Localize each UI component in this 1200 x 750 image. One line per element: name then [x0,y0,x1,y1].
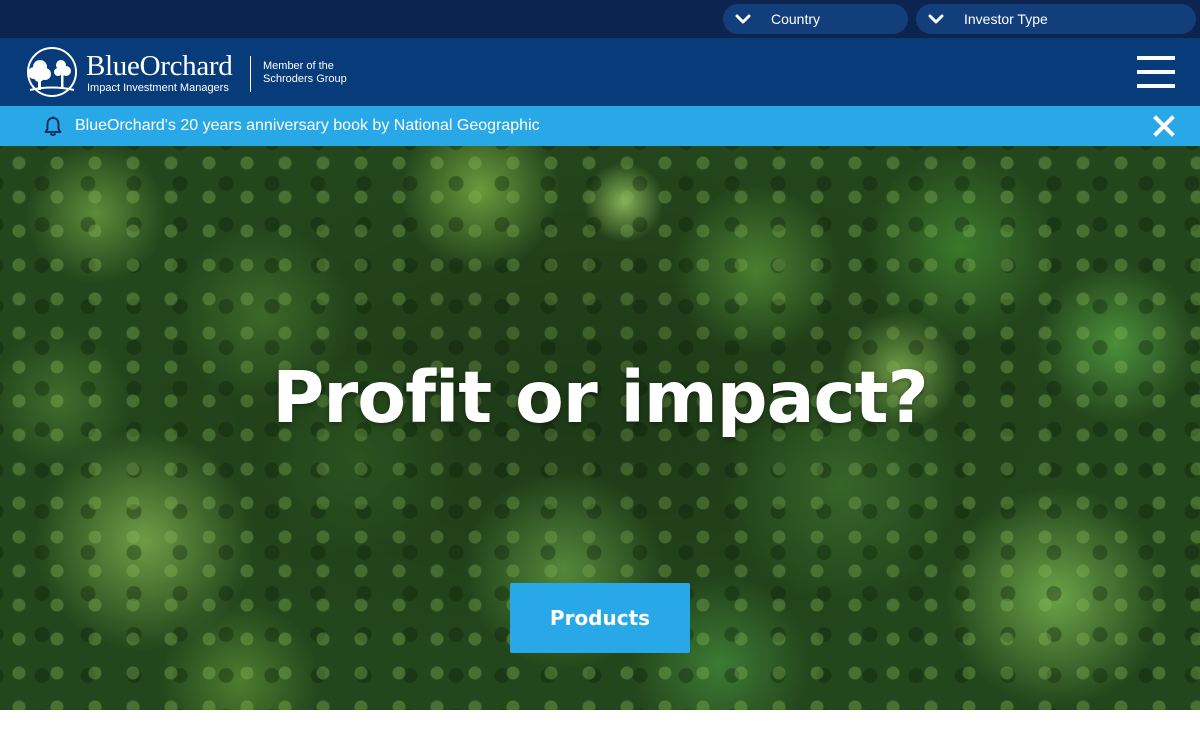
investor-type-selector[interactable]: Investor Type [916,4,1196,34]
bell-icon [44,116,62,136]
brand-name[interactable]: BlueOrchard [86,50,233,82]
site-header: BlueOrchard Impact Investment Managers M… [0,38,1200,106]
country-selector[interactable]: Country [723,4,908,34]
chevron-down-icon [735,14,751,24]
hero-title: Profit or impact? [272,356,929,439]
hamburger-menu-icon[interactable] [1137,56,1175,88]
utility-bar: Country Investor Type [0,0,1200,38]
chevron-down-icon [928,14,944,24]
products-button[interactable]: Products [510,583,690,653]
brand-divider [250,56,251,92]
country-selector-label: Country [771,11,821,27]
announcement-bar: BlueOrchard's 20 years anniversary book … [0,106,1200,146]
hamburger-bar [1137,84,1175,88]
hero-banner: Profit or impact? Products [0,146,1200,710]
hamburger-bar [1137,70,1175,74]
member-of-schroders: Member of the Schroders Group [263,60,347,86]
member-line-1: Member of the [263,60,334,72]
close-icon[interactable] [1153,115,1175,137]
hamburger-bar [1137,56,1175,60]
investor-type-selector-label: Investor Type [964,11,1048,27]
announcement-link[interactable]: BlueOrchard's 20 years anniversary book … [75,117,540,135]
brand-tagline: Impact Investment Managers [87,82,229,94]
member-line-2: Schroders Group [263,73,347,85]
page-content-start [0,710,1200,750]
blueorchard-logo-icon[interactable] [24,47,80,97]
